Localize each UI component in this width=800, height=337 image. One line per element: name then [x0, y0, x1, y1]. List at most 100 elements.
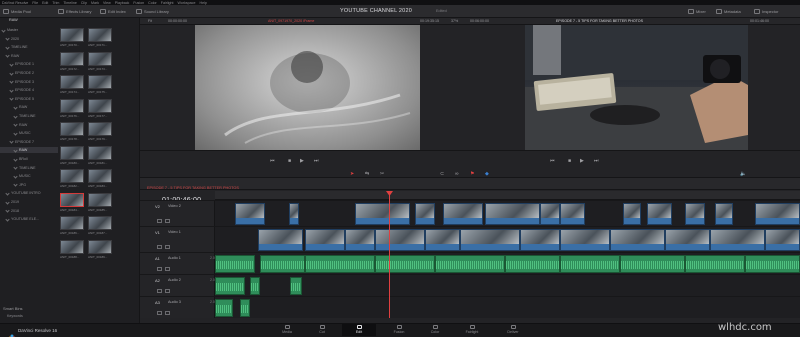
disclosure-arrow-icon[interactable]	[9, 96, 14, 101]
track-name[interactable]: Audio 3	[168, 300, 181, 304]
video-clip[interactable]	[485, 203, 540, 225]
mixer-button[interactable]: Mixer	[688, 8, 706, 15]
page-tab[interactable]: Edit	[342, 324, 376, 336]
audio-clip[interactable]	[260, 255, 305, 273]
media-clip[interactable]: ANIT_00176...	[60, 98, 84, 118]
menu-item[interactable]: Mark	[91, 1, 99, 5]
media-pool-button[interactable]: Media Pool	[3, 8, 31, 15]
video-clip[interactable]	[375, 229, 425, 251]
edit-index-button[interactable]: Edit Index	[100, 8, 126, 15]
smart-bins-label[interactable]: Smart Bins	[3, 306, 23, 311]
media-clip[interactable]: ANIT_00180...	[60, 145, 84, 165]
video-clip[interactable]	[755, 203, 800, 225]
disclosure-arrow-icon[interactable]	[13, 165, 18, 170]
track-lane[interactable]	[215, 296, 800, 318]
page-tab[interactable]: Cut	[305, 324, 339, 336]
menu-item[interactable]: File	[32, 1, 38, 5]
bin-tree-item[interactable]: EPISODE 4	[0, 87, 58, 93]
video-clip[interactable]	[623, 203, 641, 225]
eye-icon[interactable]	[165, 219, 170, 223]
video-clip[interactable]	[685, 203, 705, 225]
metadata-button[interactable]: Metadata	[716, 8, 741, 15]
track-name[interactable]: Video 1	[168, 230, 181, 234]
bin-tree-item[interactable]: Master	[0, 27, 58, 33]
effects-library-button[interactable]: Effects Library	[58, 8, 92, 15]
disclosure-arrow-icon[interactable]	[13, 131, 18, 136]
page-tab[interactable]: Fairlight	[455, 324, 489, 336]
disclosure-arrow-icon[interactable]	[5, 53, 10, 58]
lock-icon[interactable]	[157, 219, 162, 223]
media-clip[interactable]: ANIT_00173...	[88, 51, 112, 71]
media-clip[interactable]: ANIT_00182...	[60, 169, 84, 188]
mute-icon[interactable]	[165, 311, 170, 315]
media-clip[interactable]: ANIT_00186...	[60, 216, 84, 235]
video-clip[interactable]	[610, 229, 665, 251]
playhead[interactable]	[389, 191, 390, 318]
track-header[interactable]: A3 Audio 3 2.0	[140, 296, 215, 318]
track-name[interactable]: Audio 2	[168, 278, 181, 282]
audio-clip[interactable]	[685, 255, 745, 273]
video-clip[interactable]	[289, 203, 299, 225]
menu-item[interactable]: Workspace	[178, 1, 196, 5]
media-clip[interactable]: ANIT_00178...	[60, 122, 84, 141]
video-clip[interactable]	[305, 229, 345, 251]
media-clip[interactable]: ANIT_00174...	[60, 75, 84, 94]
track-lane[interactable]	[215, 200, 800, 226]
video-clip[interactable]	[560, 203, 585, 225]
inspector-button[interactable]: Inspector	[754, 8, 778, 15]
disclosure-arrow-icon[interactable]	[13, 182, 18, 187]
audio-clip[interactable]	[560, 255, 620, 273]
video-clip[interactable]	[647, 203, 672, 225]
menu-item[interactable]: Playback	[115, 1, 130, 5]
bin-tree-item[interactable]: EPISODE 1	[0, 61, 58, 67]
timeline-viewer[interactable]	[525, 25, 748, 150]
bin-tree-item[interactable]: YOUTUBE ELE...	[0, 216, 58, 222]
video-clip[interactable]	[415, 203, 435, 225]
forward-button[interactable]: ⏭	[314, 158, 319, 164]
audio-clip[interactable]	[745, 255, 800, 273]
bin-tree-item[interactable]: EPISODE 7	[0, 139, 58, 145]
disclosure-arrow-icon[interactable]	[5, 208, 10, 213]
timeline-ruler[interactable]	[215, 191, 800, 200]
video-clip[interactable]	[710, 229, 765, 251]
audio-clip[interactable]	[215, 299, 233, 317]
media-clip[interactable]: ANIT_00171...	[88, 28, 112, 47]
timeline-name[interactable]: EPISODE 7 - 5 TIPS FOR TAKING BETTER PHO…	[147, 186, 239, 190]
disclosure-arrow-icon[interactable]	[9, 62, 14, 67]
bin-tree-item[interactable]: BRoll	[0, 156, 58, 162]
video-clip[interactable]	[355, 203, 410, 225]
left-viewer-zoom[interactable]: Fit	[148, 19, 152, 23]
keywords-bin[interactable]: Keywords	[7, 314, 23, 318]
disclosure-arrow-icon[interactable]	[5, 217, 10, 222]
audio-clip[interactable]	[215, 277, 245, 295]
track-header[interactable]: V1 Video 1	[140, 226, 215, 252]
record-forward-button[interactable]: ⏭	[594, 158, 599, 164]
media-clip[interactable]: ANIT_00179...	[88, 122, 112, 141]
disclosure-arrow-icon[interactable]	[13, 148, 18, 153]
audio-clip[interactable]	[505, 255, 560, 273]
audio-clip[interactable]	[250, 277, 260, 295]
disclosure-arrow-icon[interactable]	[1, 27, 6, 33]
page-tab[interactable]: Fusion	[382, 324, 416, 336]
media-clip[interactable]: ANIT_00172...	[60, 51, 84, 71]
video-clip[interactable]	[540, 203, 560, 225]
bin-tree-item[interactable]: MUSIC	[0, 173, 58, 179]
menu-item[interactable]: Help	[199, 1, 206, 5]
record-play-button[interactable]: ▶	[580, 158, 584, 164]
disclosure-arrow-icon[interactable]	[9, 79, 14, 84]
disclosure-arrow-icon[interactable]	[9, 70, 14, 76]
sound-library-button[interactable]: Sound Library	[136, 8, 169, 15]
video-clip[interactable]	[443, 203, 483, 225]
audio-clip[interactable]	[435, 255, 505, 273]
bin-tree-item[interactable]: EPISODE 3	[0, 79, 58, 85]
eye-icon[interactable]	[165, 245, 170, 249]
bin-tree-item[interactable]: EPISODE 2	[0, 70, 58, 76]
bin-tree-item[interactable]: TIMELINE	[0, 44, 58, 50]
media-clip[interactable]: ANIT_00187...	[88, 216, 112, 235]
page-tab[interactable]: Media	[270, 324, 304, 336]
page-tab[interactable]: Deliver	[496, 324, 530, 336]
bin-tree-item[interactable]: 2019	[0, 199, 58, 205]
media-clip[interactable]: ANIT_00185...	[88, 192, 112, 212]
media-clip[interactable]: ANIT_00189...	[88, 239, 112, 259]
disclosure-arrow-icon[interactable]	[5, 191, 10, 196]
